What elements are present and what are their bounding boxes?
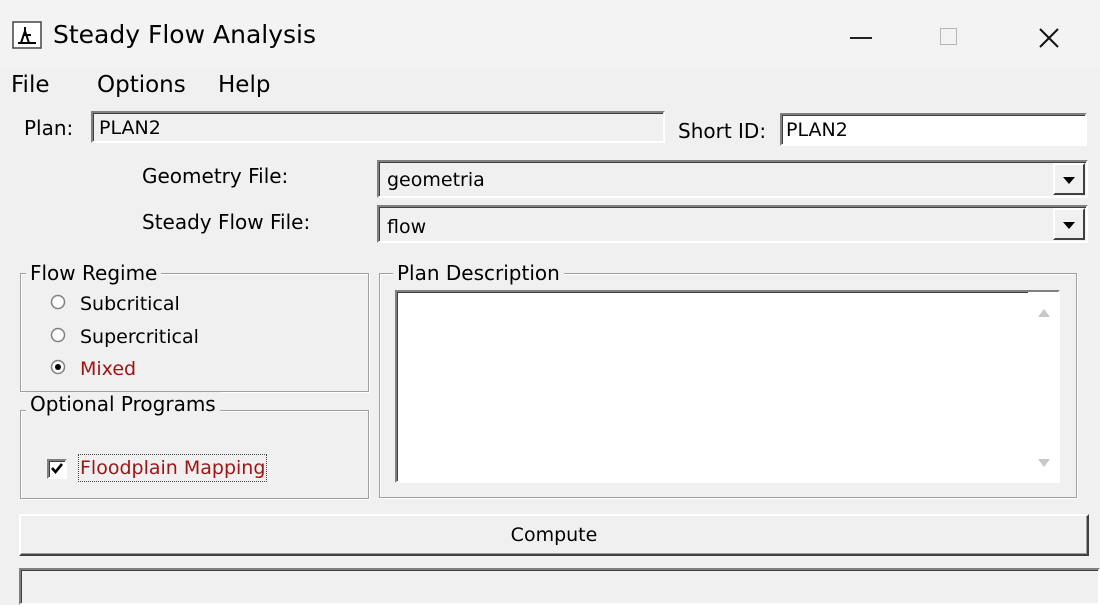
scroll-up-icon[interactable] <box>1037 308 1051 318</box>
maximize-icon <box>940 28 957 45</box>
plan-value: PLAN2 <box>99 117 161 139</box>
hec-ras-app-icon <box>12 21 42 49</box>
subcritical-radio[interactable] <box>50 294 66 310</box>
plan-label: Plan: <box>24 116 74 140</box>
close-icon <box>1039 28 1059 48</box>
plan-description-textarea[interactable] <box>395 290 1060 483</box>
minimize-icon <box>850 37 872 39</box>
minimize-button[interactable] <box>812 11 890 63</box>
geometry-file-label: Geometry File: <box>142 164 289 188</box>
menu-file[interactable]: File <box>11 68 50 102</box>
steady-flow-file-select[interactable]: flow <box>377 205 1088 243</box>
short-id-label: Short ID: <box>678 119 767 143</box>
steady-flow-file-label: Steady Flow File: <box>142 210 311 234</box>
geometry-file-select[interactable]: geometria <box>377 160 1088 198</box>
close-button[interactable] <box>1010 11 1090 63</box>
geometry-file-dropdown-button[interactable] <box>1053 163 1085 195</box>
checkmark-icon <box>51 463 64 475</box>
window-title: Steady Flow Analysis <box>53 20 317 49</box>
plan-description-scrollbar[interactable] <box>1028 292 1058 481</box>
plan-field[interactable]: PLAN2 <box>91 111 665 143</box>
supercritical-radio[interactable] <box>50 327 66 343</box>
subcritical-label[interactable]: Subcritical <box>80 292 180 316</box>
short-id-input[interactable]: PLAN2 <box>780 113 1087 146</box>
geometry-file-value: geometria <box>387 169 485 191</box>
menu-options[interactable]: Options <box>97 68 186 102</box>
chevron-down-icon <box>1063 177 1075 184</box>
chevron-down-icon <box>1063 222 1075 229</box>
plan-description-title: Plan Description <box>393 261 564 285</box>
maximize-button[interactable] <box>912 11 990 63</box>
short-id-value: PLAN2 <box>786 119 848 141</box>
optional-programs-title: Optional Programs <box>26 392 220 416</box>
mixed-radio[interactable] <box>50 359 66 375</box>
status-bar <box>19 568 1100 605</box>
floodplain-mapping-label[interactable]: Floodplain Mapping <box>77 454 268 482</box>
mixed-label[interactable]: Mixed <box>80 357 136 381</box>
compute-button[interactable]: Compute <box>19 514 1089 556</box>
steady-flow-file-dropdown-button[interactable] <box>1053 208 1085 240</box>
flow-regime-title: Flow Regime <box>26 261 162 285</box>
title-bar[interactable]: Steady Flow Analysis <box>0 0 1100 68</box>
floodplain-mapping-checkbox[interactable] <box>47 459 67 479</box>
steady-flow-file-value: flow <box>387 216 427 238</box>
menu-bar: File Options Help <box>0 68 1100 102</box>
menu-help[interactable]: Help <box>218 68 270 102</box>
optional-programs-group <box>20 410 369 499</box>
scroll-down-icon[interactable] <box>1037 458 1051 468</box>
supercritical-label[interactable]: Supercritical <box>80 325 199 349</box>
